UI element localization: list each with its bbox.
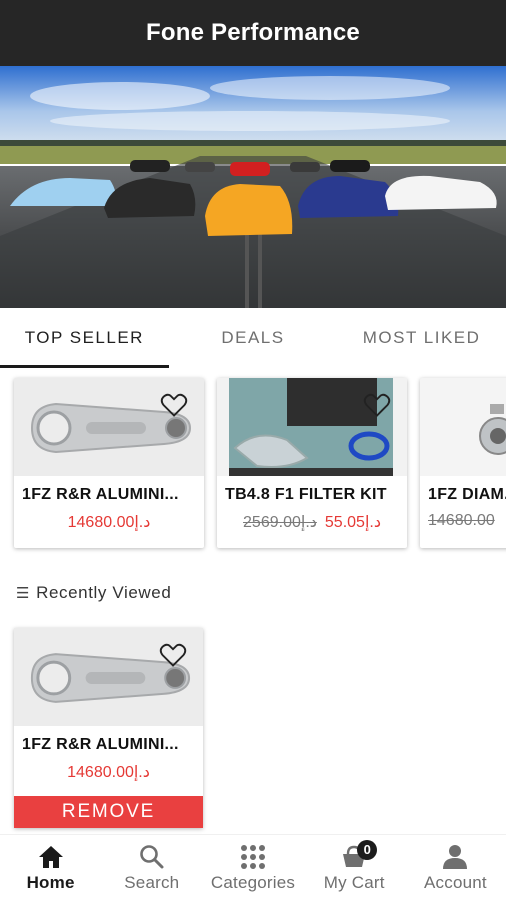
app-header: Fone Performance	[0, 0, 506, 66]
tab-deals[interactable]: DEALS	[169, 308, 338, 368]
product-name: 1FZ R&R ALUMINI...	[22, 736, 179, 753]
app-screen: Fone Performance TOP SELLER DEALS MOST L…	[0, 0, 506, 900]
list-icon: ☰	[16, 585, 31, 602]
tab-top-seller[interactable]: TOP SELLER	[0, 308, 169, 368]
product-image	[217, 378, 407, 476]
nav-label: Account	[424, 872, 487, 892]
product-card[interactable]: 1FZ DIAM... 14680.00	[420, 378, 506, 548]
nav-categories[interactable]: Categories	[202, 835, 303, 900]
remove-button[interactable]: REMOVE	[14, 796, 203, 828]
piston-image	[420, 378, 506, 476]
product-prices: 14680.00د.إ	[14, 762, 203, 782]
hero-banner[interactable]	[0, 66, 506, 308]
account-icon	[440, 843, 470, 871]
grid-icon	[238, 843, 268, 871]
heart-icon[interactable]	[363, 392, 391, 418]
nav-home[interactable]: Home	[0, 835, 101, 900]
recently-viewed-title: Recently Viewed	[36, 583, 172, 602]
product-image	[14, 378, 204, 476]
search-icon	[137, 843, 167, 871]
product-image	[14, 628, 203, 726]
heart-icon[interactable]	[160, 392, 188, 418]
recently-viewed-heading: ☰ Recently Viewed	[16, 583, 171, 603]
cart-icon: 0	[339, 839, 378, 871]
app-title: Fone Performance	[146, 19, 360, 46]
nav-account[interactable]: Account	[405, 835, 506, 900]
product-old-price: 14680.00	[428, 512, 495, 529]
product-name: 1FZ DIAM...	[428, 486, 506, 503]
heart-icon[interactable]	[159, 642, 187, 668]
banner-image	[0, 66, 506, 308]
bottom-navigation: Home Search Categories 0 My Cart Account	[0, 834, 506, 900]
product-card[interactable]: TB4.8 F1 FILTER KIT 2569.00د.إ 55.05د.إ	[217, 378, 407, 548]
product-tabs: TOP SELLER DEALS MOST LIKED	[0, 308, 506, 368]
nav-search[interactable]: Search	[101, 835, 202, 900]
product-image	[420, 378, 506, 476]
product-prices: 14680.00	[420, 512, 506, 530]
product-name: TB4.8 F1 FILTER KIT	[225, 486, 387, 503]
product-prices: 2569.00د.إ 55.05د.إ	[217, 512, 407, 532]
tab-most-liked[interactable]: MOST LIKED	[337, 308, 506, 368]
product-price: 14680.00د.إ	[67, 514, 151, 531]
product-price: 55.05د.إ	[324, 514, 381, 531]
product-price: 14680.00د.إ	[67, 764, 150, 781]
nav-label: Home	[26, 872, 75, 892]
recently-viewed-card[interactable]: 1FZ R&R ALUMINI... 14680.00د.إ REMOVE	[14, 628, 203, 828]
nav-label: Categories	[210, 872, 296, 892]
cart-count-badge: 0	[357, 839, 378, 860]
nav-label: My Cart	[323, 872, 385, 892]
top-seller-carousel[interactable]: 1FZ R&R ALUMINI... 14680.00د.إ TB4.8 F1 …	[0, 368, 506, 558]
product-old-price: 2569.00د.إ	[243, 514, 317, 531]
product-name: 1FZ R&R ALUMINI...	[22, 486, 179, 503]
nav-label: Search	[124, 872, 180, 892]
product-prices: 14680.00د.إ	[14, 512, 204, 532]
nav-my-cart[interactable]: 0 My Cart	[304, 835, 405, 900]
home-icon	[36, 843, 66, 871]
product-card[interactable]: 1FZ R&R ALUMINI... 14680.00د.إ	[14, 378, 204, 548]
